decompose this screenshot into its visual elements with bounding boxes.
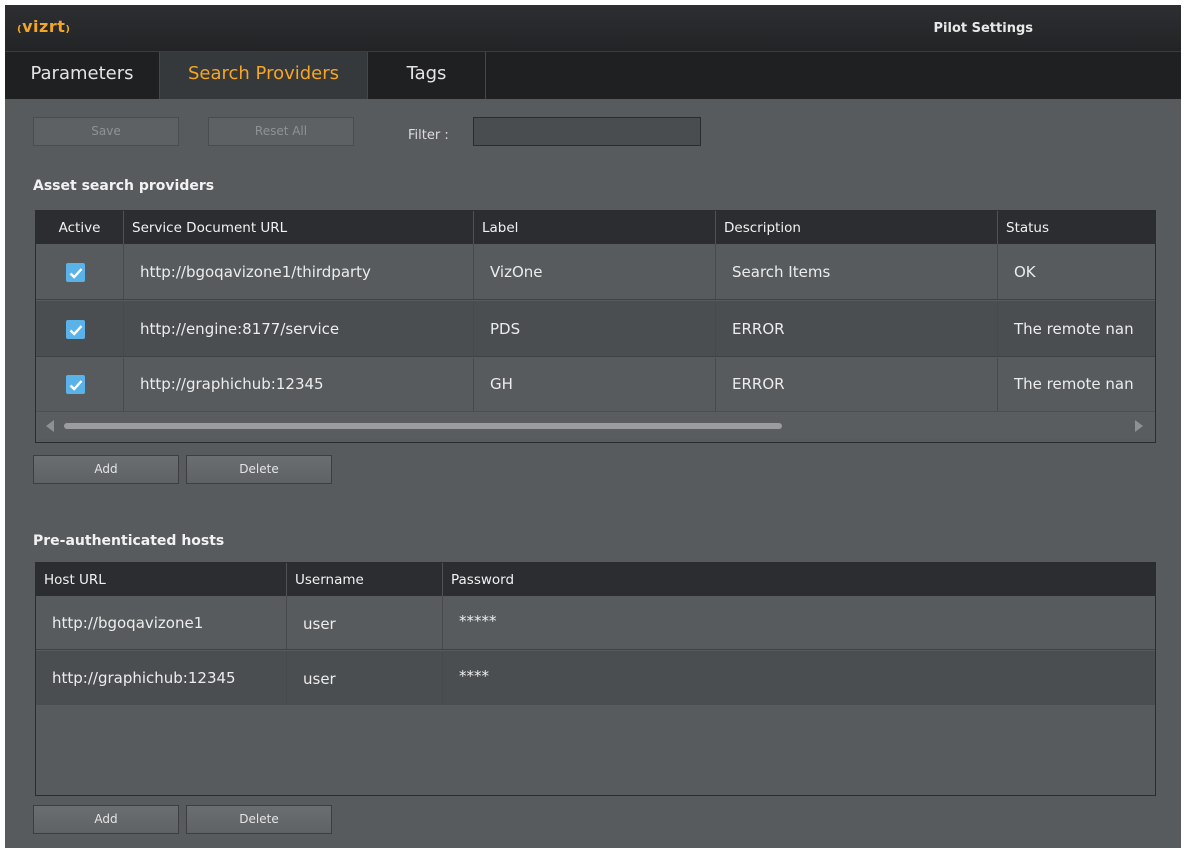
description-text: ERROR [732,320,785,338]
label-cell: PDS [474,301,716,356]
column-username[interactable]: Username [287,563,443,596]
url-cell: http://graphichub:12345 [124,358,474,411]
url-cell: http://engine:8177/service [124,301,474,356]
status-cell: The remote nan [998,301,1155,356]
table-row[interactable]: http://bgoqavizone1 user ***** [36,596,1155,650]
column-description[interactable]: Description [716,211,998,244]
reset-all-button[interactable]: Reset All [208,117,354,146]
host-url-cell: http://graphichub:12345 [36,651,287,705]
scroll-right-icon[interactable] [1135,420,1143,432]
label-text: PDS [490,320,521,338]
filter-label: Filter : [408,128,449,143]
checkmark-icon [69,379,82,391]
username-cell: user [287,596,443,649]
active-cell [36,244,124,299]
column-service-url[interactable]: Service Document URL [124,211,474,244]
active-checkbox[interactable] [66,375,85,394]
active-checkbox[interactable] [66,263,85,282]
tab-parameters[interactable]: Parameters [5,52,160,99]
window-title: Pilot Settings [933,21,1033,36]
vizrt-logo: ₍vizrt₎ [17,17,71,36]
url-cell: http://bgoqavizone1/thirdparty [124,244,474,299]
pilot-settings-window: ₍vizrt₎ Pilot Settings Parameters Search… [5,5,1181,848]
status-cell: OK [998,244,1155,299]
tab-tags[interactable]: Tags [368,52,486,99]
delete-provider-button[interactable]: Delete [186,455,332,484]
delete-host-button[interactable]: Delete [186,805,332,834]
table-row[interactable]: http://graphichub:12345 user **** [36,651,1155,705]
scroll-left-icon[interactable] [46,420,54,432]
table-row[interactable]: http://engine:8177/service PDS ERROR The… [36,301,1155,357]
table-row[interactable]: http://graphichub:12345 GH ERROR The rem… [36,358,1155,411]
tab-search-providers[interactable]: Search Providers [160,52,368,99]
password-text: ***** [459,612,497,630]
column-status[interactable]: Status [998,211,1155,244]
add-host-button[interactable]: Add [33,805,179,834]
save-button[interactable]: Save [33,117,179,146]
url-text: http://graphichub:12345 [140,375,324,393]
status-text: OK [1014,263,1036,281]
column-password[interactable]: Password [443,563,1155,596]
description-cell: Search Items [716,244,998,299]
label-cell: VizOne [474,244,716,299]
host-url-text: http://bgoqavizone1 [52,614,204,632]
tab-bar: Parameters Search Providers Tags [5,51,1181,99]
username-text: user [303,615,336,633]
username-cell: user [287,651,443,705]
description-text: ERROR [732,375,785,393]
active-cell [36,301,124,356]
description-cell: ERROR [716,301,998,356]
label-cell: GH [474,358,716,411]
username-text: user [303,670,336,688]
description-text: Search Items [732,263,831,281]
checkmark-icon [69,267,82,279]
search-providers-grid: Active Service Document URL Label Descri… [35,210,1156,443]
table-row[interactable]: http://bgoqavizone1/thirdparty VizOne Se… [36,244,1155,300]
grid-header: Active Service Document URL Label Descri… [36,211,1155,244]
status-text: The remote nan [1014,375,1134,393]
password-cell: **** [443,651,1155,705]
pre-authenticated-hosts-title: Pre-authenticated hosts [33,533,225,549]
horizontal-scrollbar[interactable] [36,411,1155,439]
column-host-url[interactable]: Host URL [36,563,287,596]
scrollbar-thumb[interactable] [64,423,782,429]
active-checkbox[interactable] [66,320,85,339]
description-cell: ERROR [716,358,998,411]
status-text: The remote nan [1014,320,1134,338]
password-cell: ***** [443,596,1155,649]
status-cell: The remote nan [998,358,1155,411]
column-label[interactable]: Label [474,211,716,244]
checkmark-icon [69,324,82,336]
grid-header: Host URL Username Password [36,563,1155,596]
asset-search-providers-title: Asset search providers [33,178,215,194]
filter-input[interactable] [473,117,701,146]
url-text: http://bgoqavizone1/thirdparty [140,263,371,281]
add-provider-button[interactable]: Add [33,455,179,484]
active-cell [36,358,124,411]
title-bar: ₍vizrt₎ Pilot Settings [5,5,1181,51]
host-url-cell: http://bgoqavizone1 [36,596,287,649]
password-text: **** [459,667,489,685]
host-url-text: http://graphichub:12345 [52,669,236,687]
hosts-grid: Host URL Username Password http://bgoqav… [35,562,1156,796]
column-active[interactable]: Active [36,211,124,244]
url-text: http://engine:8177/service [140,320,340,338]
label-text: GH [490,375,513,393]
label-text: VizOne [490,263,543,281]
